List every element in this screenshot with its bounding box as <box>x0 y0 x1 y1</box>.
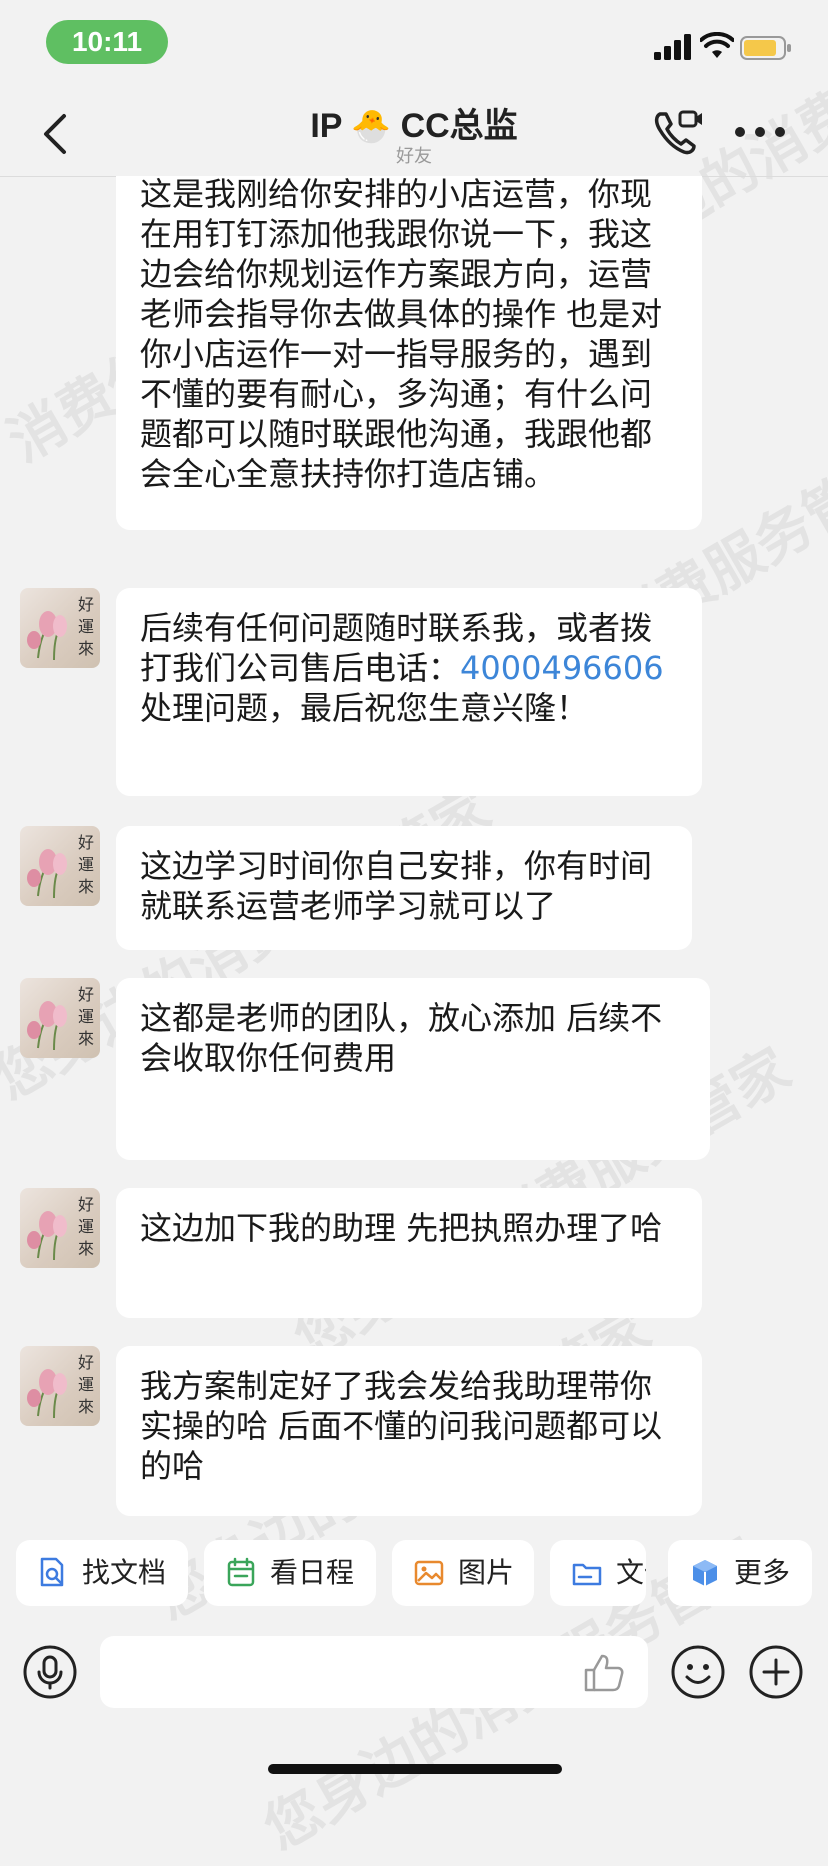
doc-search-icon <box>40 1557 64 1587</box>
message-bubble[interactable]: 我方案制定好了我会发给我助理带你实操的哈 后面不懂的问我问题都可以的哈 <box>116 1346 702 1516</box>
input-bar <box>0 1630 828 1714</box>
status-bar: 10:11 <box>0 0 828 88</box>
thumbs-up-icon[interactable] <box>582 1650 626 1694</box>
svg-text:來: 來 <box>78 877 94 896</box>
chat-title-prefix: IP <box>310 107 342 145</box>
message-bubble[interactable]: 这是我刚给你安排的小店运营，你现在用钉钉添加他我跟你说一下，我这边会给你规划运作… <box>116 176 702 530</box>
svg-text:來: 來 <box>78 1239 94 1258</box>
svg-text:好: 好 <box>78 985 94 1004</box>
message-bubble[interactable]: 这边学习时间你自己安排，你有时间就联系运营老师学习就可以了 <box>116 826 692 950</box>
quick-action-label: 图片 <box>458 1556 515 1589</box>
quick-action-label: 更多 <box>734 1556 791 1589</box>
svg-text:運: 運 <box>78 617 94 636</box>
svg-text:好: 好 <box>78 1353 94 1372</box>
chick-emoji-icon: 🐣 <box>351 108 392 144</box>
quick-actions-bar: 找文档 看日程 图片 文件 更多 <box>0 1540 828 1606</box>
quick-action-label: 文件 <box>616 1556 646 1589</box>
quick-action-label: 找文档 <box>82 1556 167 1589</box>
quick-action-file[interactable]: 文件 <box>550 1540 646 1606</box>
quick-action-label: 看日程 <box>270 1556 355 1589</box>
phone-link[interactable]: 4000496606 <box>460 649 664 687</box>
wifi-icon <box>700 32 734 58</box>
microphone-icon[interactable] <box>22 1644 78 1700</box>
avatar[interactable]: 好 運 來 <box>20 1346 100 1426</box>
folder-icon <box>572 1563 602 1586</box>
svg-text:運: 運 <box>78 855 94 874</box>
home-indicator[interactable] <box>268 1764 562 1774</box>
lotus-avatar-icon: 好 運 來 <box>27 985 94 1051</box>
image-icon <box>414 1560 444 1586</box>
avatar[interactable]: 好 運 來 <box>20 1188 100 1268</box>
chat-title-suffix: CC总监 <box>400 107 518 145</box>
svg-text:好: 好 <box>78 595 94 614</box>
lotus-avatar-icon: 好 運 來 <box>27 595 94 661</box>
lotus-avatar-icon: 好 運 來 <box>27 1195 94 1261</box>
avatar[interactable]: 好 運 來 <box>20 826 100 906</box>
chat-header: IP 🐣 CC总监 好友 <box>0 88 828 177</box>
message-input[interactable] <box>100 1636 648 1708</box>
cellular-signal-icon <box>654 34 691 60</box>
message-bubble[interactable]: 后续有任何问题随时联系我，或者拨打我们公司售后电话：4000496606 处理问… <box>116 588 702 796</box>
message-bubble[interactable]: 这边加下我的助理 先把执照办理了哈 <box>116 1188 702 1318</box>
message-bubble[interactable]: 这都是老师的团队，放心添加 后续不会收取你任何费用 <box>116 978 710 1160</box>
svg-text:好: 好 <box>78 1195 94 1214</box>
more-cube-icon <box>693 1560 717 1586</box>
avatar[interactable]: 好 運 來 <box>20 588 100 668</box>
status-time: 10:11 <box>46 20 168 64</box>
calendar-icon <box>227 1557 255 1587</box>
battery-icon <box>740 36 791 60</box>
svg-text:運: 運 <box>78 1007 94 1026</box>
svg-text:來: 來 <box>78 1397 94 1416</box>
quick-action-more[interactable]: 更多 <box>668 1540 812 1606</box>
quick-action-image[interactable]: 图片 <box>392 1540 534 1606</box>
svg-text:好: 好 <box>78 833 94 852</box>
quick-action-calendar[interactable]: 看日程 <box>204 1540 376 1606</box>
lotus-avatar-icon: 好 運 來 <box>27 1353 94 1419</box>
plus-icon[interactable] <box>748 1644 804 1700</box>
video-call-icon[interactable] <box>652 108 704 156</box>
more-options-icon[interactable] <box>732 122 788 142</box>
emoji-icon[interactable] <box>670 1644 726 1700</box>
avatar[interactable]: 好 運 來 <box>20 978 100 1058</box>
lotus-avatar-icon: 好 運 來 <box>27 833 94 899</box>
svg-text:運: 運 <box>78 1217 94 1236</box>
message-text: 处理问题，最后祝您生意兴隆！ <box>140 689 589 727</box>
svg-text:運: 運 <box>78 1375 94 1394</box>
svg-text:來: 來 <box>78 639 94 658</box>
message-list[interactable]: 这是我刚给你安排的小店运营，你现在用钉钉添加他我跟你说一下，我这边会给你规划运作… <box>0 176 828 1520</box>
svg-text:來: 來 <box>78 1029 94 1048</box>
quick-action-find-doc[interactable]: 找文档 <box>16 1540 188 1606</box>
